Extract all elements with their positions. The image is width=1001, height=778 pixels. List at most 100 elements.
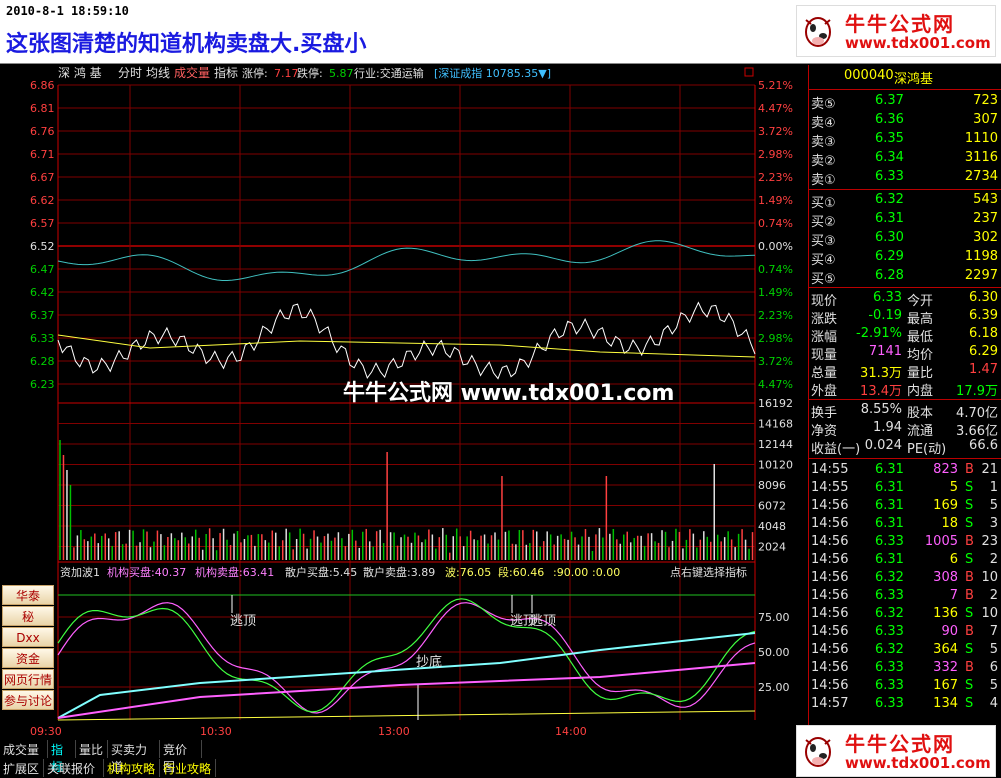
tick-volume: 5 [949, 480, 958, 495]
price-tick: 6.37 [30, 309, 55, 322]
bottom-tab[interactable]: 行业攻略 [160, 759, 216, 777]
bottom-tab[interactable]: 机构攻略 [104, 759, 160, 777]
bottom-tab[interactable]: 成交量 [0, 740, 48, 758]
tick-row: 14:56 6.33 167 S 5 [809, 678, 1001, 696]
bottom-tab[interactable]: 竞价图 [160, 740, 202, 774]
headline: 这张图清楚的知道机构卖盘大.买盘小 [6, 32, 367, 57]
volume-tick: 4048 [758, 520, 786, 533]
stat-value: 6.39 [969, 308, 998, 323]
ask-row: 卖② 6.34 3116 [809, 150, 1001, 169]
tick-time: 14:56 [811, 534, 849, 549]
tick-price: 6.32 [875, 606, 904, 621]
tick-count: 5 [989, 642, 998, 657]
ask-price: 6.33 [875, 169, 904, 184]
pct-tick: 4.47% [758, 378, 793, 391]
tick-side: B [965, 660, 974, 675]
indicator-value: 机构卖盘:63.41 [195, 565, 274, 579]
indicator-value: 机构买盘:40.37 [107, 565, 186, 579]
indicator-hint: 点右键选择指标 [670, 565, 747, 579]
tick-price: 6.32 [875, 642, 904, 657]
tick-side: S [965, 552, 974, 567]
side-button[interactable]: 秘 [2, 606, 54, 626]
indicator-tick: 50.00 [758, 646, 790, 659]
stat-value: 66.6 [969, 438, 998, 453]
price-tick: 6.81 [30, 102, 55, 115]
stat-label: 最低 [907, 330, 934, 345]
institution-buy-line [57, 632, 756, 719]
segment-line [57, 598, 756, 713]
ask-volume: 1110 [964, 131, 998, 146]
stat-value: 31.3万 [860, 366, 902, 381]
bottom-tab[interactable]: 量比 [76, 740, 108, 758]
tick-volume: 364 [933, 642, 958, 657]
tick-row: 14:56 6.33 90 B 7 [809, 624, 1001, 642]
tick-side: S [965, 480, 974, 495]
indicator-value: 散户买盘:5.45 [285, 565, 357, 579]
logo-title: 牛牛公式网 [845, 732, 955, 756]
tick-time: 14:56 [811, 516, 849, 531]
tick-price: 6.31 [875, 462, 904, 477]
tick-row: 14:56 6.31 18 S 3 [809, 516, 1001, 534]
bid-price: 6.31 [875, 211, 904, 226]
volume-tick: 12144 [758, 438, 793, 451]
stat-row: 外盘 13.4万 内盘 17.9万 [809, 380, 1001, 399]
retail-line [57, 710, 756, 721]
stat-label: 最高 [907, 312, 934, 327]
indicator-tick: 75.00 [758, 611, 790, 624]
quote-panel: 000040 深鸿基 卖⑤ 6.37 723 卖④ 6.36 307 卖③ 6.35 1110 卖② 6… [808, 65, 1001, 725]
bid-row: 买① 6.32 543 [809, 192, 1001, 211]
bottom-tab[interactable]: 指标 [48, 740, 76, 774]
tick-row: 14:56 6.32 308 B 10 [809, 570, 1001, 588]
stat-value: 6.30 [969, 290, 998, 305]
side-button[interactable]: 参与讨论 [2, 690, 54, 710]
bid-price: 6.29 [875, 249, 904, 264]
bottom-tab[interactable]: 关联报价 [44, 759, 104, 777]
tick-row: 14:55 6.31 823 B 21 [809, 462, 1001, 480]
tick-price: 6.31 [875, 516, 904, 531]
bottom-tabs: 成交量 指标 量比 买卖力道 竞价图 扩展区 关联报价 机构攻略 行业攻略 牛牛公式网 www.… [0, 725, 1001, 778]
logo-title: 牛牛公式网 [845, 12, 955, 36]
bid-row: 买② 6.31 237 [809, 211, 1001, 230]
title-bar: 2010-8-1 18:59:10 这张图清楚的知道机构卖盘大.买盘小 牛牛公式… [0, 0, 1001, 64]
indicator-value: :90.00 [553, 566, 588, 579]
side-button[interactable]: 资金 [2, 648, 54, 668]
pct-tick: 5.21% [758, 79, 793, 92]
side-button[interactable]: 华泰 [2, 585, 54, 605]
bottom-tab[interactable]: 扩展区 [0, 759, 44, 777]
annotation-label: 逃顶 [530, 614, 556, 629]
stat-row: 现价 6.33 今开 6.30 [809, 290, 1001, 309]
bid-row: 买③ 6.30 302 [809, 230, 1001, 249]
tick-row: 14:56 6.32 364 S 5 [809, 642, 1001, 660]
tick-row: 14:56 6.32 136 S 10 [809, 606, 1001, 624]
stat-label: PE(动) [907, 442, 947, 457]
side-button[interactable]: 网页行情 [2, 669, 54, 689]
time-tick: 10:30 [200, 725, 232, 738]
stat-value: 0.024 [864, 438, 902, 453]
stat-value: 13.4万 [860, 384, 902, 399]
side-button[interactable]: Dxx [2, 627, 54, 647]
tick-time: 14:56 [811, 606, 849, 621]
intraday-chart[interactable]: 深 鸿 基 分时 均线 成交量 指标 涨停: 7.17 跌停: 5.87 行业:交通运输 [深证成指… [0, 65, 808, 739]
chart-tab: 成交量 [174, 65, 210, 80]
bottom-tab[interactable]: 买卖力道 [108, 740, 160, 774]
stat-label: 现量 [811, 348, 838, 363]
tick-count: 5 [989, 498, 998, 513]
tick-row: 14:55 6.31 5 S 1 [809, 480, 1001, 498]
divider [809, 89, 1001, 90]
stock-code: 000040 [844, 68, 894, 83]
stat-label: 换手 [811, 406, 838, 421]
divider [809, 287, 1001, 288]
tick-volume: 308 [933, 570, 958, 585]
tick-count: 4 [989, 696, 998, 711]
tick-price: 6.31 [875, 480, 904, 495]
stat-value: 17.9万 [956, 384, 998, 399]
tick-time: 14:56 [811, 570, 849, 585]
pct-tick: 1.49% [758, 286, 793, 299]
bid-label: 买② [811, 215, 836, 230]
tick-volume: 90 [941, 624, 958, 639]
divider [809, 399, 1001, 400]
cow-icon [805, 737, 831, 767]
chart-tab: 指标 [214, 65, 238, 80]
index-quote: [深证成指 10785.35▼] [434, 66, 551, 80]
stock-name: 深 鸿 基 [58, 66, 102, 80]
